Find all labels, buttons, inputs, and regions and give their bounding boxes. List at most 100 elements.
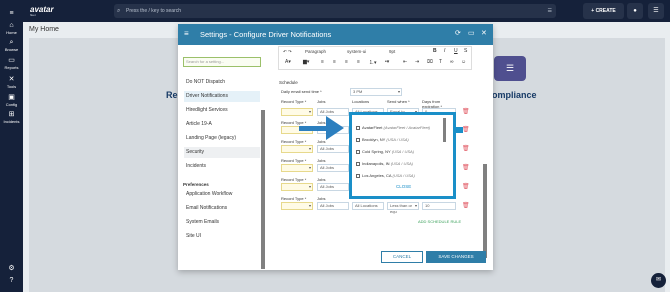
- jobs-select[interactable]: All Jobs: [317, 183, 349, 191]
- jobs-select[interactable]: All Jobs: [317, 145, 349, 153]
- text-icon[interactable]: T: [439, 59, 442, 65]
- sidebar-scrollbar[interactable]: [261, 110, 265, 269]
- align-center-icon[interactable]: ≡: [333, 59, 336, 65]
- menu-button[interactable]: ☰: [648, 3, 664, 19]
- indent-icon[interactable]: ⇥: [415, 59, 419, 65]
- nav-config[interactable]: ▣ Config: [0, 94, 23, 107]
- daily-email-select[interactable]: 3 PM: [350, 88, 402, 96]
- editor-toolbar: ↶ ↷ Paragraph system-ui 9pt B I U S A▾ ▆…: [278, 46, 472, 70]
- delete-rule-icon[interactable]: 🗑: [462, 183, 470, 190]
- bold-icon[interactable]: B: [433, 48, 437, 54]
- side-item-system-emails[interactable]: System Emails: [184, 217, 260, 228]
- app-logo[interactable]: avatar fleet: [30, 5, 54, 17]
- numbered-list-icon[interactable]: ⒈▾: [369, 59, 377, 66]
- refresh-icon[interactable]: ⟳: [455, 29, 461, 37]
- days-input[interactable]: 10: [422, 202, 456, 210]
- record-type-header: Record Type *: [281, 158, 307, 163]
- size-select[interactable]: 9pt: [389, 49, 395, 54]
- jobs-select[interactable]: All Jobs: [317, 164, 349, 172]
- add-schedule-rule-link[interactable]: ADD SCHEDULE RULE: [418, 219, 461, 224]
- nav-settings[interactable]: ⚙: [0, 265, 23, 273]
- main-scrollbar[interactable]: [483, 164, 487, 258]
- hamburger-icon[interactable]: ≡: [184, 29, 189, 38]
- bullet-list-icon[interactable]: •▾: [385, 59, 389, 65]
- record-type-select[interactable]: [281, 202, 313, 210]
- emoji-icon[interactable]: ☺: [461, 59, 466, 65]
- save-changes-button[interactable]: SAVE CHANGES: [426, 251, 486, 263]
- send-when-select[interactable]: Less than or equ: [387, 202, 419, 214]
- side-item-article-19a[interactable]: Article 19-A: [184, 119, 260, 130]
- cancel-button[interactable]: CANCEL: [381, 251, 423, 263]
- chat-button[interactable]: ✉: [651, 273, 666, 288]
- delete-rule-icon[interactable]: 🗑: [462, 108, 470, 115]
- underline-icon[interactable]: U: [454, 48, 458, 54]
- record-type-header: Record Type *: [281, 120, 307, 125]
- settings-search-input[interactable]: Search for a setting...: [183, 57, 261, 67]
- side-item-application-workflow[interactable]: Application Workflow: [184, 189, 260, 200]
- filter-icon[interactable]: ☰: [548, 4, 552, 18]
- side-item-hiredlight[interactable]: Hiredlight Services: [184, 105, 260, 116]
- side-item-email-notifications[interactable]: Email Notifications: [184, 203, 260, 214]
- tools-icon: ✕: [8, 76, 15, 83]
- align-right-icon[interactable]: ≡: [345, 59, 348, 65]
- format-select[interactable]: Paragraph: [305, 49, 326, 54]
- side-item-site-ui[interactable]: Site UI: [184, 231, 260, 242]
- nav-label: Reports: [4, 65, 19, 70]
- delete-rule-icon[interactable]: 🗑: [462, 202, 470, 209]
- delete-rule-icon[interactable]: 🗑: [462, 126, 470, 133]
- backdrop-text-right: ompliance: [492, 90, 537, 100]
- location-option[interactable]: AvatarFleet (AvatarFleet / AvatarFleet): [356, 125, 430, 130]
- side-item-incidents[interactable]: Incidents: [184, 161, 260, 172]
- nav-help[interactable]: ?: [0, 277, 23, 285]
- italic-icon[interactable]: I: [444, 48, 445, 54]
- side-item-do-not-dispatch[interactable]: Do NOT Dispatch: [184, 77, 260, 88]
- location-option[interactable]: Los Angeles, CA (USA / USA): [356, 173, 415, 178]
- maximize-icon[interactable]: ▭: [468, 29, 475, 37]
- location-option[interactable]: Indianapolis, IN (USA / USA): [356, 161, 413, 166]
- nav-browse[interactable]: ⌕ Browse: [0, 39, 23, 52]
- record-type-select[interactable]: [281, 108, 313, 116]
- search-input[interactable]: ⌕ Press the / key to search ☰: [114, 4, 556, 18]
- dropdown-close-button[interactable]: CLOSE: [396, 184, 411, 189]
- jobs-select[interactable]: All Jobs: [317, 202, 349, 210]
- side-item-landing-page[interactable]: Landing Page (legacy): [184, 133, 260, 144]
- close-icon[interactable]: ✕: [481, 29, 487, 37]
- text-color-icon[interactable]: A▾: [285, 59, 291, 65]
- record-type-select[interactable]: [281, 183, 313, 191]
- side-item-driver-notifications[interactable]: Driver Notifications: [184, 91, 260, 102]
- side-item-security[interactable]: Security: [184, 147, 260, 158]
- link-icon[interactable]: ∞: [450, 59, 454, 65]
- nav-menu[interactable]: ≡: [0, 10, 23, 18]
- location-option[interactable]: Brooklyn, NY (USA / USA): [356, 137, 409, 142]
- page-title: My Home: [29, 26, 59, 33]
- location-option[interactable]: Cold Spring, NY (USA / USA): [356, 149, 414, 154]
- justify-icon[interactable]: ≡: [357, 59, 360, 65]
- gear-icon: ⚙: [8, 265, 15, 272]
- checkbox[interactable]: [356, 125, 360, 130]
- nav-reports[interactable]: ▭ Reports: [0, 57, 23, 70]
- undo-icon[interactable]: ↶ ↷: [283, 49, 292, 55]
- send-when-header: Send when *: [387, 99, 410, 104]
- align-left-icon[interactable]: ≡: [321, 59, 324, 65]
- highlight-icon[interactable]: ▆▾: [303, 59, 309, 65]
- strike-icon[interactable]: S: [464, 48, 467, 54]
- nav-incidents[interactable]: ⊞ Incidents: [0, 111, 23, 124]
- checkbox[interactable]: [356, 149, 360, 154]
- outdent-icon[interactable]: ⇤: [403, 59, 407, 65]
- record-type-select[interactable]: [281, 145, 313, 153]
- jobs-select[interactable]: All Jobs: [317, 108, 349, 116]
- user-button[interactable]: ●: [627, 3, 643, 19]
- record-type-select[interactable]: [281, 164, 313, 172]
- checkbox[interactable]: [356, 161, 360, 166]
- clear-format-icon[interactable]: ⌧: [427, 59, 433, 65]
- dropdown-scrollbar[interactable]: [443, 118, 446, 142]
- locations-select[interactable]: All Locations: [352, 202, 384, 210]
- nav-home[interactable]: ⌂ Home: [0, 22, 23, 35]
- delete-rule-icon[interactable]: 🗑: [462, 164, 470, 171]
- checkbox[interactable]: [356, 137, 360, 142]
- font-select[interactable]: system-ui: [347, 49, 366, 54]
- create-button[interactable]: + CREATE: [583, 3, 624, 19]
- checkbox[interactable]: [356, 173, 360, 178]
- delete-rule-icon[interactable]: 🗑: [462, 145, 470, 152]
- nav-tools[interactable]: ✕ Tools: [0, 76, 23, 89]
